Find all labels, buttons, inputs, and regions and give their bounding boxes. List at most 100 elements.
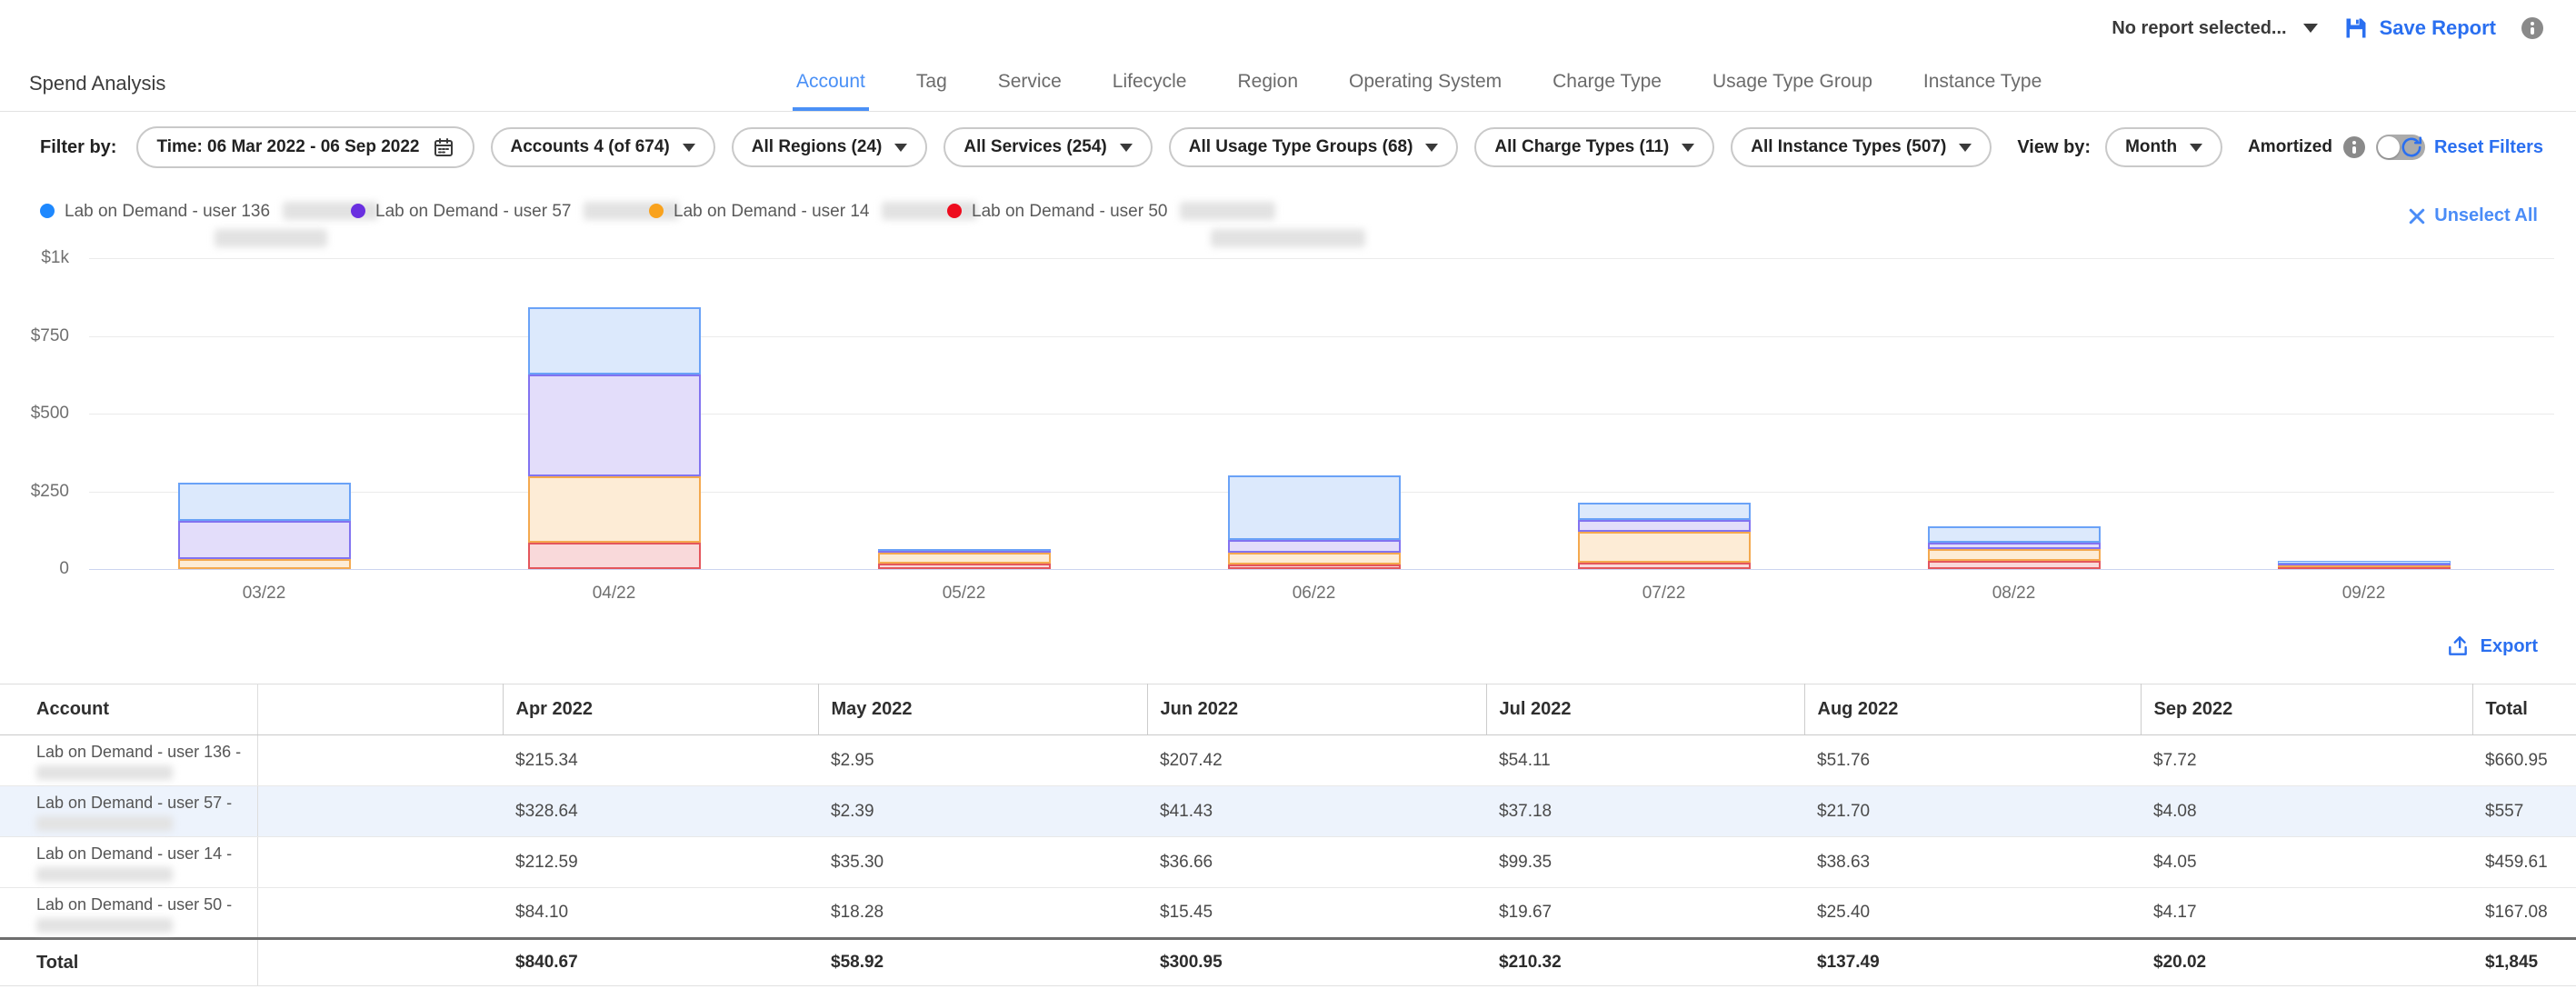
spend-table-grid: AccountApr 2022May 2022Jun 2022Jul 2022A… <box>0 684 2576 986</box>
chevron-down-icon <box>894 144 907 152</box>
info-icon[interactable] <box>2521 17 2543 39</box>
bar-segment <box>1228 475 1401 540</box>
export-button[interactable]: Export <box>2446 634 2538 658</box>
bar-07/22[interactable] <box>1578 503 1751 569</box>
services-filter[interactable]: All Services (254) <box>944 127 1152 167</box>
x-axis-tick-label: 04/22 <box>528 584 701 604</box>
filter-pills: Time: 06 Mar 2022 - 06 Sep 2022 Accounts … <box>136 126 1992 168</box>
table-row[interactable]: Lab on Demand - user 50 -$84.10$18.28$15… <box>0 888 2576 939</box>
legend-dot-icon <box>40 204 55 218</box>
bar-segment <box>1928 561 2101 569</box>
spend-bar-chart: $1k$750$500$250003/2204/2205/2206/2207/2… <box>0 255 2576 618</box>
column-header-sep-2022: Sep 2022 <box>2141 684 2472 735</box>
unselect-all-label: Unselect All <box>2434 205 2538 226</box>
legend-item[interactable]: Lab on Demand - user 14 <box>649 202 977 222</box>
legend-dot-icon <box>649 204 664 218</box>
y-axis-tick-label: $250 <box>0 482 69 502</box>
tab-region[interactable]: Region <box>1233 56 1302 111</box>
export-label: Export <box>2481 636 2538 657</box>
regions-filter-label: All Regions (24) <box>752 137 883 157</box>
x-axis-tick-label: 07/22 <box>1578 584 1751 604</box>
table-row[interactable]: Lab on Demand - user 136 -$215.34$2.95$2… <box>0 735 2576 786</box>
save-report-label: Save Report <box>2380 16 2496 40</box>
tab-usage-type-group[interactable]: Usage Type Group <box>1709 56 1876 111</box>
legend-item[interactable]: Lab on Demand - user 57 <box>351 202 679 222</box>
chevron-down-icon <box>1682 144 1694 152</box>
value-cell: $207.42 <box>1147 735 1486 786</box>
tab-tag[interactable]: Tag <box>913 56 951 111</box>
value-cell: $54.11 <box>1486 735 1804 786</box>
x-axis-tick-label: 05/22 <box>878 584 1051 604</box>
redacted-text <box>36 816 173 831</box>
redacted-text <box>1180 202 1275 220</box>
value-cell: $2.95 <box>818 735 1147 786</box>
view-by-label: View by: <box>2017 137 2091 158</box>
tab-charge-type[interactable]: Charge Type <box>1549 56 1665 111</box>
table-row[interactable]: Lab on Demand - user 57 -$328.64$2.39$41… <box>0 786 2576 837</box>
y-axis-tick-label: $750 <box>0 326 69 346</box>
tab-lifecycle[interactable]: Lifecycle <box>1109 56 1191 111</box>
save-report-button[interactable]: Save Report <box>2343 15 2496 41</box>
time-filter[interactable]: Time: 06 Mar 2022 - 06 Sep 2022 <box>136 126 474 168</box>
value-cell: $215.34 <box>503 735 818 786</box>
reset-filters-button[interactable]: Reset Filters <box>2400 135 2543 159</box>
tab-account[interactable]: Account <box>793 56 869 111</box>
header-row: Spend Analysis Account Tag Service Lifecycl… <box>0 56 2576 112</box>
bar-segment <box>1928 549 2101 561</box>
calendar-icon <box>433 136 454 158</box>
regions-filter[interactable]: All Regions (24) <box>732 127 928 167</box>
report-selector-dropdown[interactable]: No report selected... <box>2112 18 2317 39</box>
account-name: Lab on Demand - user 50 - <box>36 894 257 914</box>
instance-types-filter[interactable]: All Instance Types (507) <box>1731 127 1992 167</box>
view-by-dropdown[interactable]: Month <box>2105 127 2222 167</box>
bar-04/22[interactable] <box>528 307 701 569</box>
unselect-all-button[interactable]: Unselect All <box>2409 205 2538 226</box>
table-row[interactable]: Lab on Demand - user 14 -$212.59$35.30$3… <box>0 837 2576 888</box>
page-title: Spend Analysis <box>29 72 165 95</box>
usage-type-groups-filter-label: All Usage Type Groups (68) <box>1189 137 1413 157</box>
chevron-down-icon <box>1120 144 1133 152</box>
top-bar: No report selected... Save Report <box>0 0 2576 56</box>
view-by-value: Month <box>2125 137 2177 157</box>
column-header-total: Total <box>2472 684 2576 735</box>
bar-08/22[interactable] <box>1928 526 2101 569</box>
y-axis-tick-label: $500 <box>0 404 69 424</box>
usage-type-groups-filter[interactable]: All Usage Type Groups (68) <box>1169 127 1459 167</box>
redacted-text <box>36 867 173 882</box>
export-icon <box>2446 634 2470 658</box>
column-header-spacer <box>257 684 503 735</box>
value-cell: $38.63 <box>1804 837 2141 888</box>
account-name-cell: Lab on Demand - user 14 - <box>0 837 257 888</box>
legend-item[interactable]: Lab on Demand - user 50 <box>947 202 1275 222</box>
bar-segment <box>1578 563 1751 569</box>
bar-segment <box>1928 543 2101 549</box>
legend-item[interactable]: Lab on Demand - user 136 <box>40 202 378 222</box>
column-header-may-2022: May 2022 <box>818 684 1147 735</box>
bar-03/22[interactable] <box>178 483 351 569</box>
bar-09/22[interactable] <box>2278 561 2451 569</box>
bar-06/22[interactable] <box>1228 475 1401 569</box>
total-label-cell: Total <box>0 939 257 986</box>
bar-segment <box>528 476 701 543</box>
account-name-cell: Lab on Demand - user 50 - <box>0 888 257 939</box>
legend-dot-icon <box>351 204 365 218</box>
column-header-jul-2022: Jul 2022 <box>1486 684 1804 735</box>
total-value-cell: $210.32 <box>1486 939 1804 986</box>
accounts-filter[interactable]: Accounts 4 (of 674) <box>491 127 715 167</box>
filter-bar: Filter by: Time: 06 Mar 2022 - 06 Sep 20… <box>0 111 2576 184</box>
redacted-text <box>36 918 173 933</box>
account-name: Lab on Demand - user 57 - <box>36 792 257 812</box>
tab-instance-type[interactable]: Instance Type <box>1920 56 2045 111</box>
bar-05/22[interactable] <box>878 549 1051 569</box>
tab-service[interactable]: Service <box>994 56 1065 111</box>
tab-operating-system[interactable]: Operating System <box>1345 56 1505 111</box>
charge-types-filter[interactable]: All Charge Types (11) <box>1474 127 1714 167</box>
spacer-cell <box>257 939 503 986</box>
bar-segment <box>1578 520 1751 532</box>
info-icon[interactable] <box>2343 136 2365 158</box>
chevron-down-icon <box>1959 144 1972 152</box>
bar-segment <box>878 564 1051 569</box>
instance-types-filter-label: All Instance Types (507) <box>1751 137 1946 157</box>
close-icon <box>2409 208 2425 225</box>
value-cell: $35.30 <box>818 837 1147 888</box>
